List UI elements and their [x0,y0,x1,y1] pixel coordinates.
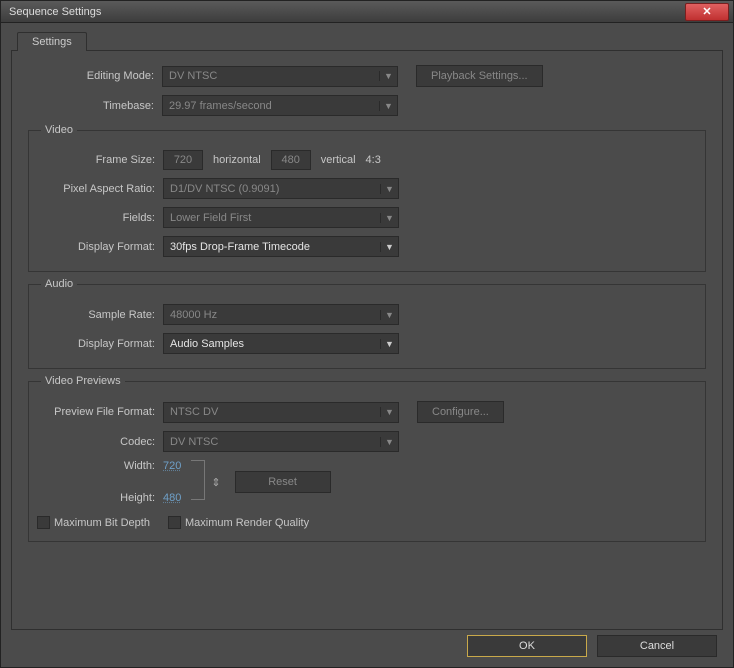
pixel-aspect-ratio-dropdown[interactable]: D1/DV NTSC (0.9091) ▼ [163,178,399,199]
video-display-format-dropdown[interactable]: 30fps Drop-Frame Timecode ▼ [163,236,399,257]
preview-height-label: Height: [37,492,163,504]
preview-width-label: Width: [37,460,163,472]
timebase-value: 29.97 frames/second [169,100,379,112]
playback-settings-button[interactable]: Playback Settings... [416,65,543,87]
ok-button-label: OK [519,640,535,652]
tab-settings[interactable]: Settings [17,32,87,51]
pixel-aspect-ratio-label: Pixel Aspect Ratio: [37,183,163,195]
editing-mode-value: DV NTSC [169,70,379,82]
editing-mode-label: Editing Mode: [28,70,162,82]
max-render-quality-checkbox[interactable]: Maximum Render Quality [168,516,309,529]
audio-legend: Audio [41,278,77,290]
configure-button-label: Configure... [432,406,489,418]
audio-group: Audio Sample Rate: 48000 Hz ▼ Display Fo… [28,278,706,369]
frame-width-input[interactable]: 720 [163,150,203,170]
preview-file-format-label: Preview File Format: [37,406,163,418]
video-previews-group: Video Previews Preview File Format: NTSC… [28,375,706,542]
max-bit-depth-label: Maximum Bit Depth [54,517,150,529]
window-body: Settings Editing Mode: DV NTSC ▼ Playbac… [1,23,733,667]
sample-rate-label: Sample Rate: [37,309,163,321]
frame-size-label: Frame Size: [37,154,163,166]
video-previews-legend: Video Previews [41,375,125,387]
chevron-down-icon: ▼ [379,71,393,81]
dialog-footer: OK Cancel [467,635,717,657]
sequence-settings-window: Sequence Settings ✕ Settings Editing Mod… [0,0,734,668]
playback-settings-label: Playback Settings... [431,70,528,82]
cancel-button-label: Cancel [640,640,674,652]
reset-button[interactable]: Reset [235,471,331,493]
vertical-label: vertical [311,154,366,166]
chevron-down-icon: ▼ [380,437,394,447]
max-bit-depth-checkbox[interactable]: Maximum Bit Depth [37,516,150,529]
frame-height-value: 480 [282,154,300,166]
chevron-down-icon: ▼ [380,407,394,417]
close-icon: ✕ [702,5,711,18]
preview-file-format-value: NTSC DV [170,406,380,418]
fields-label: Fields: [37,212,163,224]
preview-file-format-dropdown[interactable]: NTSC DV ▼ [163,402,399,423]
aspect-ratio-text: 4:3 [366,154,381,166]
video-display-format-label: Display Format: [37,241,163,253]
sample-rate-value: 48000 Hz [170,309,380,321]
window-title: Sequence Settings [9,6,685,18]
fields-value: Lower Field First [170,212,380,224]
editing-mode-dropdown[interactable]: DV NTSC ▼ [162,66,398,87]
close-button[interactable]: ✕ [685,3,729,21]
codec-label: Codec: [37,436,163,448]
preview-width-input[interactable]: 720 [163,460,181,472]
horizontal-label: horizontal [203,154,271,166]
codec-value: DV NTSC [170,436,380,448]
configure-button[interactable]: Configure... [417,401,504,423]
cancel-button[interactable]: Cancel [597,635,717,657]
frame-width-value: 720 [174,154,192,166]
chevron-down-icon: ▼ [380,184,394,194]
tab-settings-label: Settings [32,36,72,48]
link-bracket-icon [191,460,205,500]
frame-height-input[interactable]: 480 [271,150,311,170]
timebase-label: Timebase: [28,100,162,112]
ok-button[interactable]: OK [467,635,587,657]
video-legend: Video [41,124,77,136]
chevron-down-icon: ▼ [380,242,394,252]
fields-dropdown[interactable]: Lower Field First ▼ [163,207,399,228]
chevron-down-icon: ▼ [379,101,393,111]
timebase-dropdown[interactable]: 29.97 frames/second ▼ [162,95,398,116]
video-group: Video Frame Size: 720 horizontal 480 ver… [28,124,706,272]
chevron-down-icon: ▼ [380,310,394,320]
settings-panel: Editing Mode: DV NTSC ▼ Playback Setting… [11,50,723,630]
codec-dropdown[interactable]: DV NTSC ▼ [163,431,399,452]
video-display-format-value: 30fps Drop-Frame Timecode [170,241,380,253]
audio-display-format-dropdown[interactable]: Audio Samples ▼ [163,333,399,354]
reset-button-label: Reset [268,476,297,488]
preview-height-input[interactable]: 480 [163,492,181,504]
checkbox-icon [168,516,181,529]
titlebar[interactable]: Sequence Settings ✕ [1,1,733,23]
pixel-aspect-ratio-value: D1/DV NTSC (0.9091) [170,183,380,195]
link-dimensions-icon[interactable]: ⇕ [211,476,220,489]
audio-display-format-label: Display Format: [37,338,163,350]
chevron-down-icon: ▼ [380,213,394,223]
checkbox-icon [37,516,50,529]
max-render-quality-label: Maximum Render Quality [185,517,309,529]
audio-display-format-value: Audio Samples [170,338,380,350]
sample-rate-dropdown[interactable]: 48000 Hz ▼ [163,304,399,325]
chevron-down-icon: ▼ [380,339,394,349]
